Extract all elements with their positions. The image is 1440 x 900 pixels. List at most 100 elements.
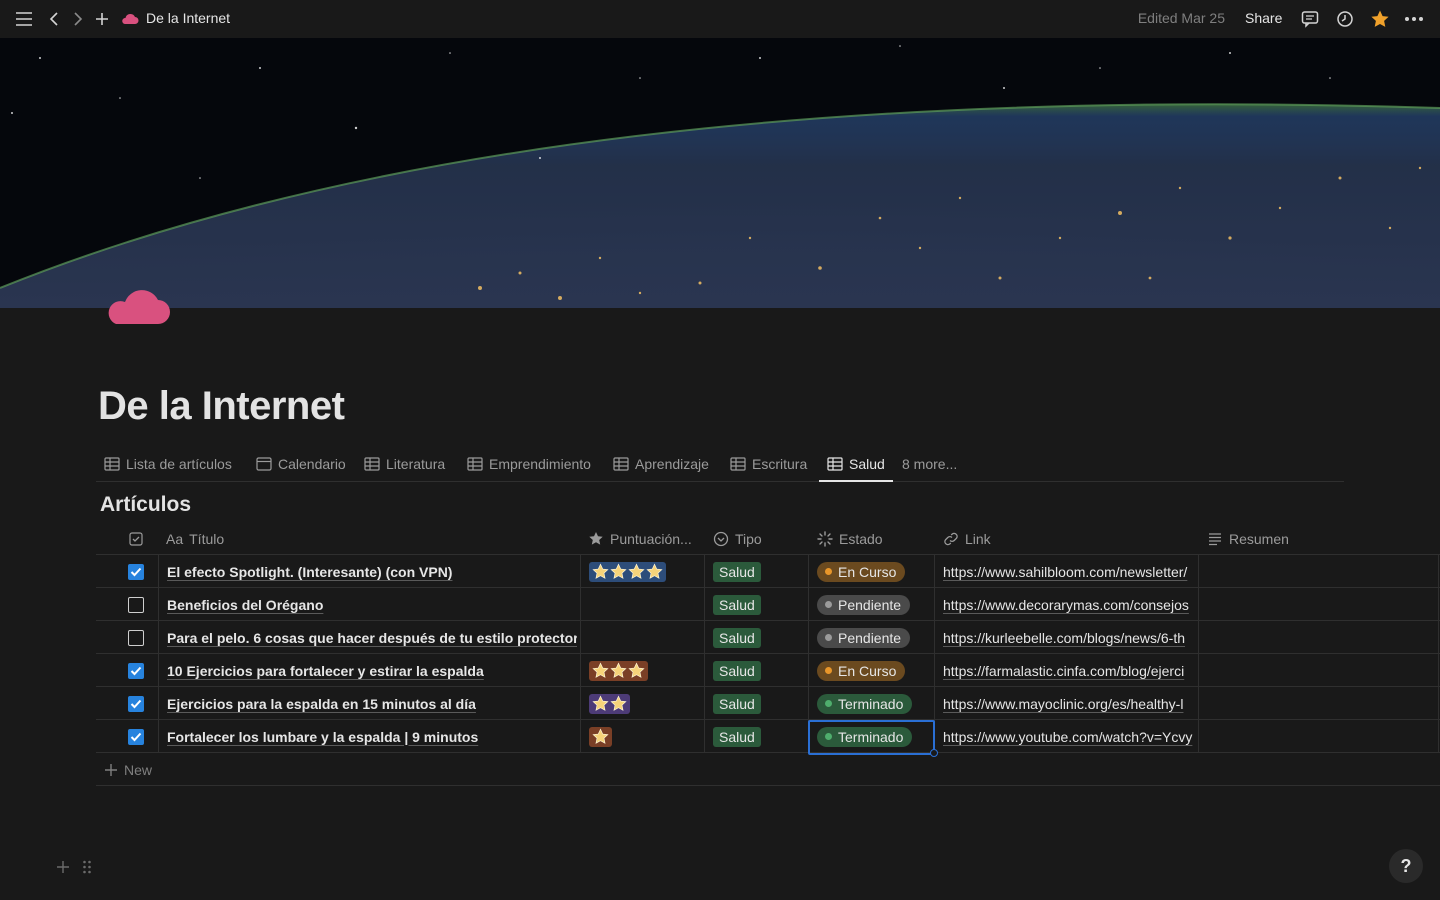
tab-calendario[interactable]: Calendario [256,446,346,481]
table-row[interactable]: Beneficios del Orégano Salud Pendiente http… [96,588,1440,621]
table-row[interactable]: Fortalecer los lumbare y la espalda | 9 … [96,720,1440,753]
column-divider [1438,588,1439,621]
row-title[interactable]: Beneficios del Orégano [167,597,323,613]
column-link[interactable]: Link [943,522,991,555]
row-title[interactable]: Fortalecer los lumbare y la espalda | 9 … [167,729,478,745]
title-cell[interactable]: Fortalecer los lumbare y la espalda | 9 … [167,720,577,753]
column-divider [808,621,809,654]
estado-cell[interactable]: En Curso [817,654,906,687]
row-title[interactable]: Para el pelo. 6 cosas que hacer después … [167,630,577,646]
link-cell[interactable]: https://farmalastic.cinfa.com/blog/ejerc… [943,654,1198,687]
column-divider [1438,654,1439,687]
comments-icon[interactable] [1300,9,1320,29]
row-link[interactable]: https://kurleebelle.com/blogs/news/6-th [943,630,1185,646]
title-cell[interactable]: Beneficios del Orégano [167,588,577,621]
row-link[interactable]: https://www.decorarymas.com/consejos [943,597,1189,613]
rating-cell[interactable] [589,720,612,753]
tab-literatura[interactable]: Literatura [364,446,445,481]
more-views-button[interactable]: 8 more... [902,446,957,481]
text-lines-icon [1209,532,1221,545]
title-cell[interactable]: 10 Ejercicios para fortalecer y estirar … [167,654,577,687]
tipo-cell[interactable]: Salud [713,621,761,654]
tipo-cell[interactable]: Salud [713,654,761,687]
cell-resize-handle[interactable] [930,749,938,757]
help-button[interactable]: ? [1389,849,1423,883]
forward-icon[interactable] [68,9,88,29]
row-checkbox[interactable] [128,629,144,646]
page-cloud-icon[interactable] [104,282,172,328]
add-block-icon[interactable] [56,857,76,879]
link-cell[interactable]: https://www.decorarymas.com/consejos [943,588,1198,621]
more-options-icon[interactable] [1404,9,1424,29]
row-link[interactable]: https://www.youtube.com/watch?v=Ycvy [943,729,1192,745]
tab-emprendimiento[interactable]: Emprendimiento [467,446,591,481]
table-row[interactable]: 10 Ejercicios para fortalecer y estirar … [96,654,1440,687]
table-row[interactable]: Ejercicios para la espalda en 15 minutos… [96,687,1440,720]
tipo-cell[interactable]: Salud [713,720,761,753]
column-puntuacion[interactable]: Puntuación... [588,522,692,555]
row-title[interactable]: Ejercicios para la espalda en 15 minutos… [167,696,476,712]
star-icon [628,662,645,678]
row-title[interactable]: 10 Ejercicios para fortalecer y estirar … [167,663,484,679]
drag-handle-icon[interactable] [82,857,92,879]
row-checkbox[interactable] [128,662,144,679]
favorite-star-icon[interactable] [1370,9,1390,29]
tab-aprendizaje[interactable]: Aprendizaje [613,446,709,481]
row-link[interactable]: https://www.mayoclinic.org/es/healthy-l [943,696,1183,712]
select-all-checkbox-header[interactable] [129,522,143,555]
resumen-cell[interactable] [1199,588,1437,621]
title-cell[interactable]: El efecto Spotlight. (Interesante) (con … [167,555,577,588]
share-button[interactable]: Share [1245,10,1282,26]
estado-cell[interactable]: En Curso [817,555,906,588]
title-cell[interactable]: Para el pelo. 6 cosas que hacer después … [167,621,577,654]
resumen-cell[interactable] [1199,555,1437,588]
table-row[interactable]: El efecto Spotlight. (Interesante) (con … [96,555,1440,588]
back-icon[interactable] [44,9,64,29]
link-cell[interactable]: https://kurleebelle.com/blogs/news/6-th [943,621,1198,654]
row-checkbox-cell [128,687,144,720]
new-row-button[interactable]: New [96,753,1440,786]
page-title[interactable]: De la Internet [98,384,345,429]
tipo-cell[interactable]: Salud [713,687,761,720]
rating-cell[interactable] [589,555,666,588]
row-checkbox[interactable] [128,596,144,613]
resumen-cell[interactable] [1199,687,1437,720]
status-badge: Pendiente [817,594,911,615]
resumen-cell[interactable] [1199,621,1437,654]
link-cell[interactable]: https://www.sahilbloom.com/newsletter/ [943,555,1198,588]
new-page-icon[interactable] [92,9,112,29]
star-rating [589,561,666,582]
row-checkbox[interactable] [128,563,144,580]
breadcrumb-title[interactable]: De la Internet [146,10,230,26]
estado-cell[interactable]: Pendiente [817,621,911,654]
resumen-cell[interactable] [1199,720,1437,753]
estado-cell[interactable]: Terminado [817,687,913,720]
status-dot-icon [825,568,832,575]
history-icon[interactable] [1335,9,1355,29]
tab-escritura[interactable]: Escritura [730,446,807,481]
cover-image[interactable] [0,38,1440,308]
row-checkbox[interactable] [128,695,144,712]
tab-salud[interactable]: Salud [819,446,893,482]
tipo-cell[interactable]: Salud [713,588,761,621]
link-cell[interactable]: https://www.mayoclinic.org/es/healthy-l [943,687,1198,720]
row-checkbox[interactable] [128,728,144,745]
database-title[interactable]: Artículos [100,493,191,517]
rating-cell[interactable] [589,654,648,687]
row-title[interactable]: El efecto Spotlight. (Interesante) (con … [167,564,452,580]
rating-cell[interactable] [589,687,630,720]
resumen-cell[interactable] [1199,654,1437,687]
sidebar-menu-icon[interactable] [14,9,34,29]
tab-lista-de-articulos[interactable]: Lista de artículos [104,446,232,481]
row-link[interactable]: https://farmalastic.cinfa.com/blog/ejerc… [943,663,1184,679]
table-row[interactable]: Para el pelo. 6 cosas que hacer después … [96,621,1440,654]
column-resumen[interactable]: Resumen [1207,522,1289,555]
column-tipo[interactable]: Tipo [713,522,762,555]
row-link[interactable]: https://www.sahilbloom.com/newsletter/ [943,564,1187,580]
estado-cell[interactable]: Pendiente [817,588,911,621]
tipo-cell[interactable]: Salud [713,555,761,588]
column-titulo[interactable]: Aa Título [166,522,224,555]
column-estado[interactable]: Estado [817,522,883,555]
link-cell[interactable]: https://www.youtube.com/watch?v=Ycvy [943,720,1198,753]
title-cell[interactable]: Ejercicios para la espalda en 15 minutos… [167,687,577,720]
